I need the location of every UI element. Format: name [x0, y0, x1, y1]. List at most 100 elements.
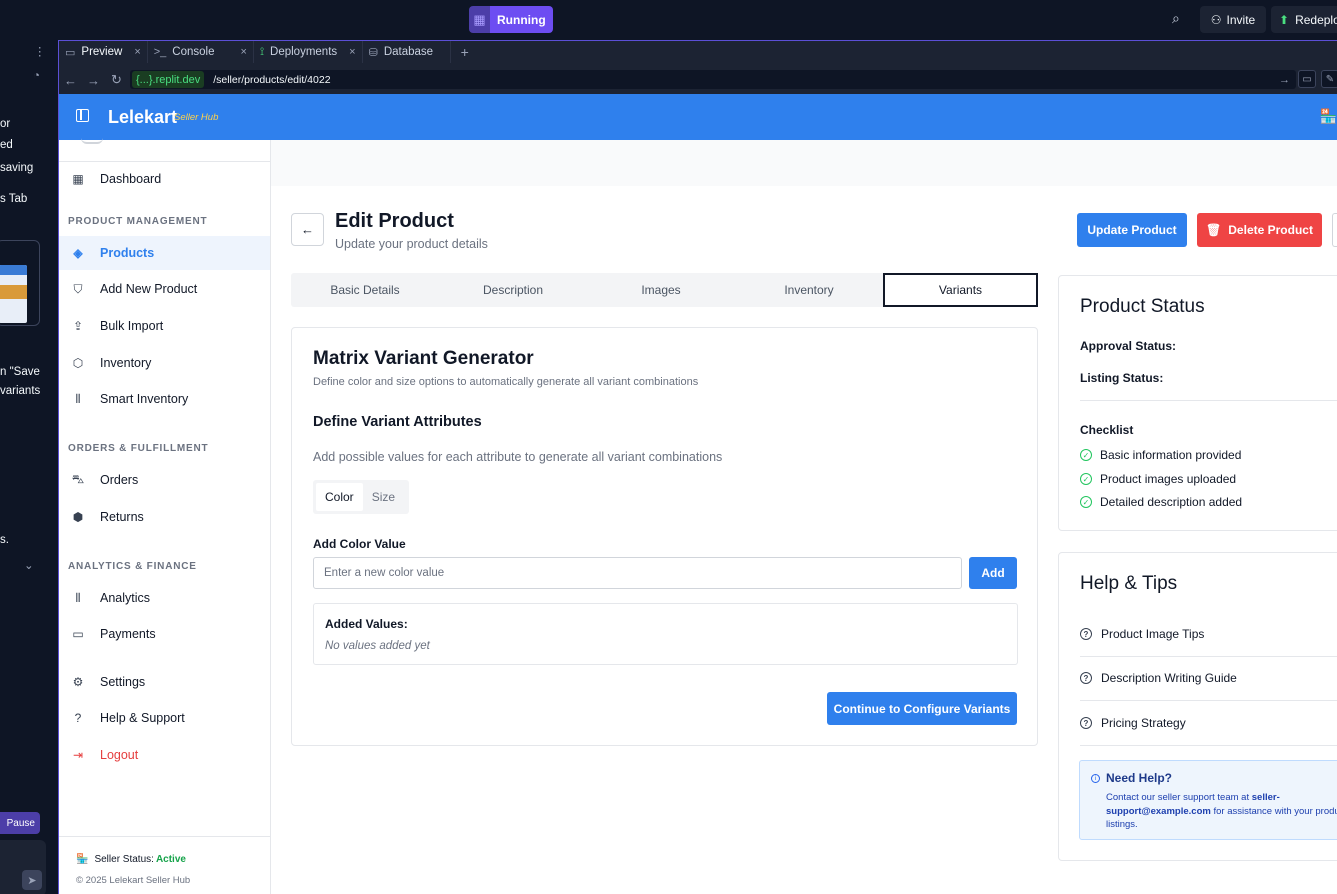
sidebar-item-label: Settings	[100, 675, 146, 689]
back-icon[interactable]: ←	[59, 73, 82, 88]
search-icon[interactable]: ⌕	[1172, 10, 1190, 28]
tab-color[interactable]: Color	[316, 483, 363, 511]
tab-variants[interactable]: Variants	[883, 273, 1038, 307]
panel-text: ed	[0, 139, 13, 151]
help-item-label: Description Writing Guide	[1101, 671, 1237, 685]
sidebar-item-inventory[interactable]: ⬡ Inventory	[59, 346, 270, 380]
tab-preview[interactable]: ▭ Preview ×	[59, 41, 148, 63]
panel-text: s.	[0, 534, 9, 546]
sidebar-item-label: Smart Inventory	[100, 392, 189, 406]
close-icon[interactable]: ×	[349, 46, 355, 58]
chevron-down-icon[interactable]: ⌄	[24, 558, 34, 572]
tab-deployments[interactable]: ⟟ Deployments ×	[254, 41, 363, 63]
store-icon: 🏪	[76, 854, 89, 865]
screenshot-thumbnail[interactable]	[0, 240, 40, 326]
panel-text: or	[0, 118, 11, 130]
reload-icon[interactable]: ↻	[105, 72, 128, 88]
monitor-icon: ▭	[65, 46, 76, 59]
brand-logo[interactable]: Lelekart	[108, 107, 177, 128]
continue-button[interactable]: Continue to Configure Variants	[827, 692, 1017, 725]
pause-button[interactable]: Pause	[0, 812, 40, 834]
sidebar-item-label: Orders	[100, 473, 139, 487]
sidebar-item-label: Bulk Import	[100, 319, 164, 333]
help-item-description-guide[interactable]: ? Description Writing Guide	[1080, 671, 1237, 685]
sidebar-item-dashboard[interactable]: ▦ Dashboard	[59, 162, 270, 196]
sidebar-item-label: Logout	[100, 748, 139, 762]
tab-console[interactable]: >_ Console ×	[148, 41, 254, 63]
added-values-empty: No values added yet	[325, 640, 430, 652]
seller-status-label: Seller Status:	[94, 854, 154, 865]
main-topbar	[271, 140, 1337, 186]
sidebar-item-add-product[interactable]: ⛉ Add New Product	[59, 272, 270, 306]
sidebar-section-analytics: ANALYTICS & FINANCE	[68, 561, 197, 572]
help-tips-card: Help & Tips ? Product Image Tips ? Descr…	[1058, 552, 1337, 861]
sidebar-item-label: Help & Support	[100, 711, 185, 725]
tab-size[interactable]: Size	[363, 483, 404, 511]
tab-database[interactable]: ⛁ Database	[363, 41, 451, 63]
delete-product-button[interactable]: 🗑 Delete Product	[1197, 213, 1322, 247]
sidebar-item-analytics[interactable]: ⫴ Analytics	[59, 581, 270, 615]
bar-chart-icon: ⫴	[75, 391, 81, 406]
sidebar-toggle-icon[interactable]	[76, 109, 89, 122]
redeploy-button[interactable]: ⬆ Redeploy	[1271, 6, 1337, 33]
help-item-pricing-strategy[interactable]: ? Pricing Strategy	[1080, 716, 1186, 730]
sidebar-item-payments[interactable]: ▭ Payments	[59, 617, 270, 651]
send-icon[interactable]: ➤	[22, 870, 42, 890]
tab-basic-details[interactable]: Basic Details	[291, 273, 439, 307]
tab-description[interactable]: Description	[439, 273, 587, 307]
replit-topbar: ▦ Running ⌕ ⚇ Invite ⬆ Redeploy	[0, 0, 1337, 40]
checklist-item: ✓ Detailed description added	[1080, 495, 1242, 509]
check-circle-icon: ✓	[1080, 449, 1092, 461]
color-field-label: Add Color Value	[313, 537, 406, 551]
devtools-icon[interactable]: ✎	[1321, 70, 1337, 88]
add-tab-icon[interactable]: +	[451, 41, 479, 63]
help-circle-icon: ?	[1080, 717, 1092, 729]
package-icon: ⬡	[72, 356, 84, 370]
run-button[interactable]: ▦ Running	[469, 6, 553, 33]
bookmark-icon: ⛉	[73, 281, 83, 296]
sidebar-item-returns[interactable]: ⬢ Returns	[59, 500, 270, 534]
url-bar[interactable]: {...}.replit.dev /seller/products/edit/4…	[130, 70, 1296, 89]
main-content: ← Edit Product Update your product detai…	[271, 140, 1337, 894]
invite-button[interactable]: ⚇ Invite	[1200, 6, 1266, 33]
color-value-input[interactable]	[313, 557, 962, 589]
terminal-icon: >_	[153, 46, 167, 58]
forward-icon[interactable]: →	[82, 73, 105, 88]
gauge-icon[interactable]: ◔	[33, 70, 40, 82]
panel-text: n "Save	[0, 366, 40, 378]
sidebar-item-label: Payments	[100, 627, 156, 641]
back-button[interactable]: ←	[291, 213, 324, 246]
add-color-button[interactable]: Add	[969, 557, 1017, 589]
more-button[interactable]	[1332, 213, 1337, 247]
sidebar-item-smart-inventory[interactable]: ⫴ Smart Inventory	[59, 382, 270, 416]
checklist-label: Basic information provided	[1100, 448, 1242, 462]
checklist-item: ✓ Product images uploaded	[1080, 472, 1236, 486]
sidebar-item-products[interactable]: ◈ Products	[59, 236, 270, 270]
sidebar-item-orders[interactable]: ⛍ Orders	[59, 463, 270, 497]
devices-icon[interactable]: ▭	[1298, 70, 1316, 88]
close-icon[interactable]: ×	[134, 46, 140, 58]
update-product-button[interactable]: Update Product	[1077, 213, 1187, 247]
trash-icon: 🗑	[1206, 223, 1222, 237]
sidebar-item-help[interactable]: ? Help & Support	[59, 701, 270, 735]
need-help-title: Need Help?	[1106, 771, 1173, 785]
section-subtitle: Add possible values for each attribute t…	[313, 450, 723, 464]
checklist-title: Checklist	[1080, 423, 1134, 437]
close-icon[interactable]: ×	[241, 46, 247, 58]
deploy-icon: ⟟	[259, 45, 265, 58]
more-icon[interactable]: ⋮	[34, 44, 46, 58]
go-icon[interactable]: →	[1279, 74, 1290, 86]
listing-status-label: Listing Status:	[1080, 371, 1164, 385]
gear-icon: ⚙	[72, 675, 84, 689]
sidebar-item-bulk-import[interactable]: ⇪ Bulk Import	[59, 309, 270, 343]
store-icon[interactable]: 🏪	[1320, 108, 1337, 125]
help-item-label: Pricing Strategy	[1101, 716, 1186, 730]
database-icon: ⛁	[368, 46, 378, 59]
sidebar-item-settings[interactable]: ⚙ Settings	[59, 665, 270, 699]
sidebar-item-logout[interactable]: ⇥ Logout	[59, 738, 270, 772]
tab-inventory[interactable]: Inventory	[735, 273, 883, 307]
tab-images[interactable]: Images	[587, 273, 735, 307]
sidebar-item-label: Dashboard	[100, 172, 162, 186]
checklist-item: ✓ Basic information provided	[1080, 448, 1241, 462]
help-item-image-tips[interactable]: ? Product Image Tips	[1080, 627, 1204, 641]
